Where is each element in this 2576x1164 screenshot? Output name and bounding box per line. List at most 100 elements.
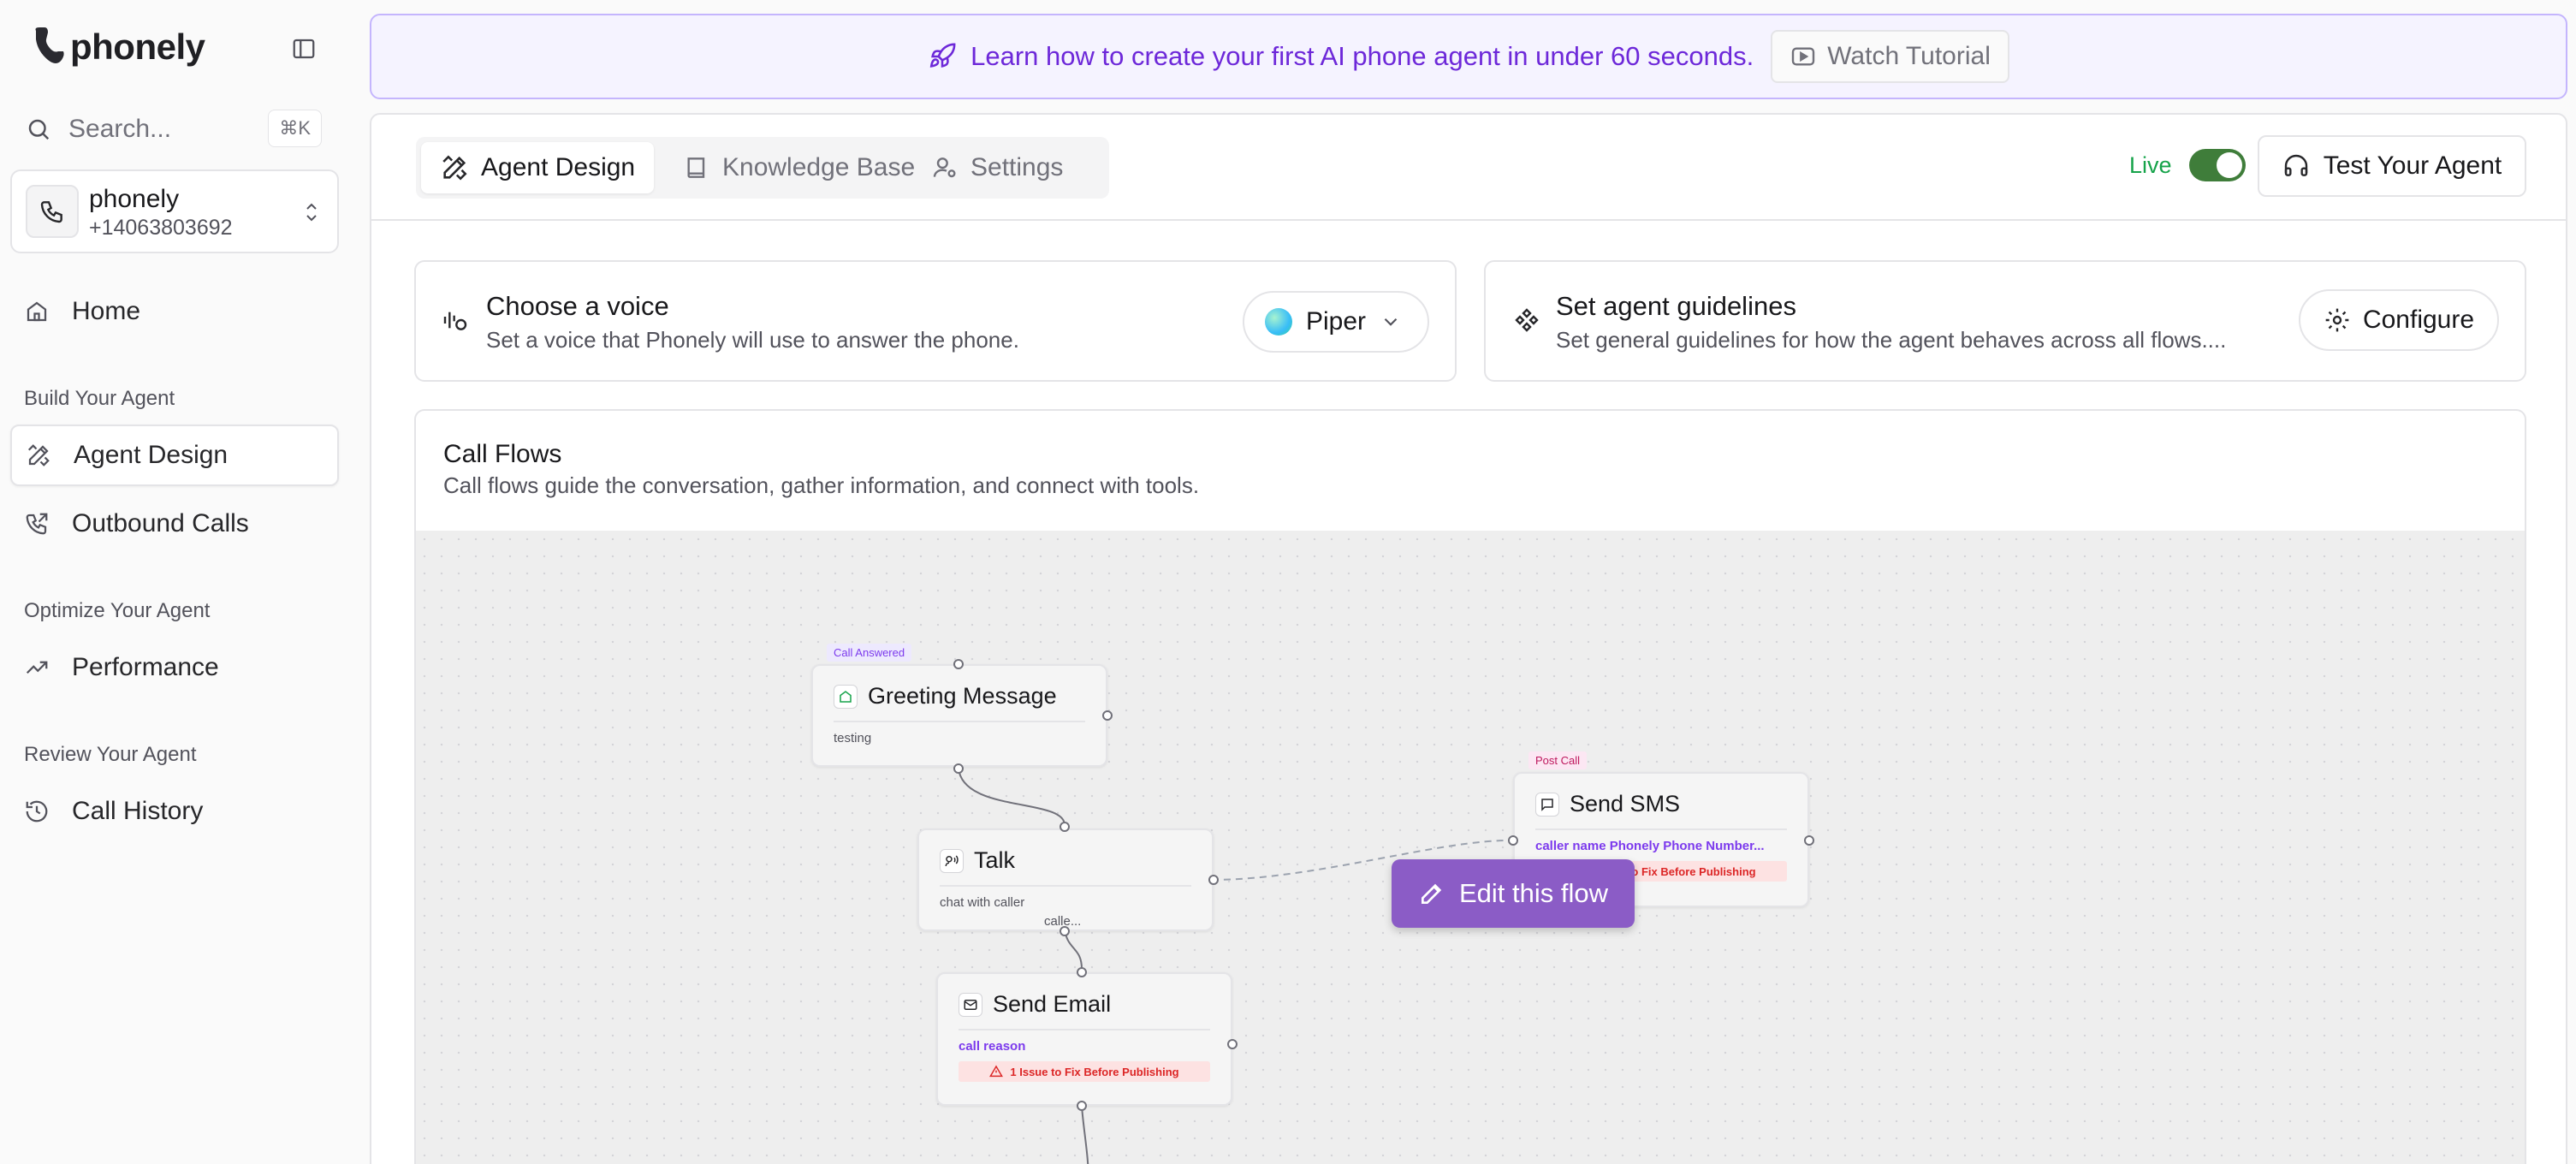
sidebar-item-agent-design[interactable]: Agent Design (10, 425, 339, 486)
alert-triangle-icon (989, 1065, 1004, 1078)
email-issue-badge[interactable]: 1 Issue to Fix Before Publishing (959, 1061, 1210, 1082)
sidebar-item-outbound-calls[interactable]: Outbound Calls (10, 493, 339, 555)
sidebar-item-label: Agent Design (74, 441, 229, 469)
talk-node[interactable]: Talk chat with caller calle... (917, 828, 1214, 931)
node-port[interactable] (1059, 926, 1070, 936)
node-port[interactable] (1102, 710, 1113, 721)
video-icon (1792, 47, 1815, 66)
email-node-variable: call reason (959, 1039, 1026, 1054)
edit-flow-button[interactable]: Edit this flow (1392, 859, 1635, 928)
sidebar-item-label: Home (72, 297, 141, 325)
live-status: Live (2129, 149, 2246, 181)
voice-orb-icon (1265, 308, 1292, 336)
talk-node-title: Talk (974, 847, 1016, 873)
account-icon-box (26, 185, 79, 238)
tab-agent-design[interactable]: Agent Design (421, 142, 655, 193)
section-build: Build Your Agent (24, 387, 175, 410)
sms-node-title: Send SMS (1570, 791, 1681, 817)
guidelines-card-subtitle: Set general guidelines for how the agent… (1556, 327, 2227, 353)
greeting-node[interactable]: Greeting Message testing (811, 664, 1107, 767)
sidebar-item-performance[interactable]: Performance (10, 637, 339, 698)
voice-card-title: Choose a voice (486, 291, 669, 321)
mail-icon (959, 992, 982, 1017)
headphones-icon (2284, 154, 2307, 176)
test-agent-button[interactable]: Test Your Agent (2258, 135, 2526, 197)
guidelines-card: Set agent guidelines Set general guideli… (1484, 260, 2526, 382)
voice-select[interactable]: Piper (1243, 291, 1429, 353)
header-divider (371, 219, 2566, 221)
history-icon (22, 797, 51, 826)
node-divider (834, 721, 1085, 722)
node-port[interactable] (1077, 967, 1087, 977)
search-bar[interactable]: Search... ⌘K (26, 110, 322, 149)
watch-tutorial-button[interactable]: Watch Tutorial (1771, 30, 2009, 83)
guidelines-card-title: Set agent guidelines (1556, 291, 1796, 321)
search-placeholder: Search... (68, 115, 172, 143)
pencil-icon (1421, 883, 1442, 904)
sms-node-header: Send SMS (1535, 791, 1680, 817)
trending-up-icon (22, 653, 51, 682)
call-flows-subtitle: Call flows guide the conversation, gathe… (443, 472, 1200, 498)
issue-text: 1 Issue to Fix Before Publishing (1010, 1065, 1179, 1078)
node-port[interactable] (1508, 835, 1518, 846)
sidebar-item-label: Performance (72, 653, 219, 681)
node-port[interactable] (1208, 875, 1219, 885)
node-port[interactable] (1059, 822, 1070, 832)
node-port[interactable] (953, 659, 964, 669)
home-icon (22, 297, 51, 326)
call-answered-tag: Call Answered (827, 644, 912, 662)
user-cog-icon (933, 157, 956, 178)
audio-voice-icon (443, 312, 467, 330)
greeting-node-title: Greeting Message (868, 683, 1057, 709)
pencil-ruler-icon (24, 441, 53, 470)
node-port[interactable] (1804, 835, 1814, 846)
account-name: phonely (89, 185, 180, 213)
greeting-node-text: testing (834, 731, 872, 745)
sidebar-toggle-icon[interactable] (291, 36, 317, 62)
node-port[interactable] (1077, 1101, 1087, 1111)
node-divider (959, 1029, 1210, 1030)
edit-flow-label: Edit this flow (1458, 878, 1608, 908)
tab-knowledge-base[interactable]: Knowledge Base (664, 142, 934, 193)
guidelines-icon (1515, 308, 1539, 332)
configure-label: Configure (2362, 306, 2475, 334)
send-email-node[interactable]: Send Email call reason 1 Issue to Fix Be… (936, 972, 1232, 1106)
voice-card: Choose a voice Set a voice that Phonely … (414, 260, 1457, 382)
email-node-title: Send Email (993, 991, 1112, 1017)
phone-outgoing-icon (22, 509, 51, 538)
logo[interactable]: phonely (33, 26, 205, 68)
brand-name: phonely (70, 27, 205, 67)
sms-node-variables: caller name Phonely Phone Number... (1535, 839, 1765, 853)
tutorial-banner: Learn how to create your first AI phone … (370, 14, 2567, 99)
greeting-node-header: Greeting Message (834, 683, 1057, 710)
sidebar-item-home[interactable]: Home (10, 281, 339, 342)
node-port[interactable] (953, 763, 964, 774)
live-toggle[interactable] (2188, 149, 2246, 181)
section-optimize: Optimize Your Agent (24, 599, 211, 622)
node-divider (940, 885, 1191, 887)
sidebar-item-label: Call History (72, 797, 204, 825)
sidebar-item-call-history[interactable]: Call History (10, 781, 339, 842)
watch-tutorial-label: Watch Tutorial (1827, 42, 1991, 70)
section-review: Review Your Agent (24, 743, 197, 766)
configure-button[interactable]: Configure (2299, 289, 2499, 351)
home-icon (834, 684, 858, 709)
phone-icon (40, 201, 62, 223)
pencil-ruler-icon (442, 155, 467, 181)
flow-canvas[interactable]: Call Answered Greeting Message testing T… (416, 531, 2525, 1164)
voice-selected: Piper (1306, 307, 1367, 336)
live-label: Live (2129, 151, 2172, 178)
speech-icon (940, 848, 964, 873)
post-call-tag: Post Call (1528, 751, 1588, 769)
tab-label: Agent Design (481, 153, 636, 181)
book-icon (687, 157, 705, 178)
account-switcher[interactable]: phonely +14063803692 (10, 169, 339, 253)
tab-settings[interactable]: Settings (912, 142, 1082, 193)
tab-label: Settings (970, 153, 1064, 181)
phonely-logo-icon (35, 27, 64, 63)
chevrons-up-down-icon (306, 203, 317, 222)
node-divider (1535, 828, 1787, 830)
email-node-header: Send Email (959, 991, 1111, 1018)
rocket-icon (929, 43, 956, 68)
node-port[interactable] (1227, 1039, 1238, 1049)
